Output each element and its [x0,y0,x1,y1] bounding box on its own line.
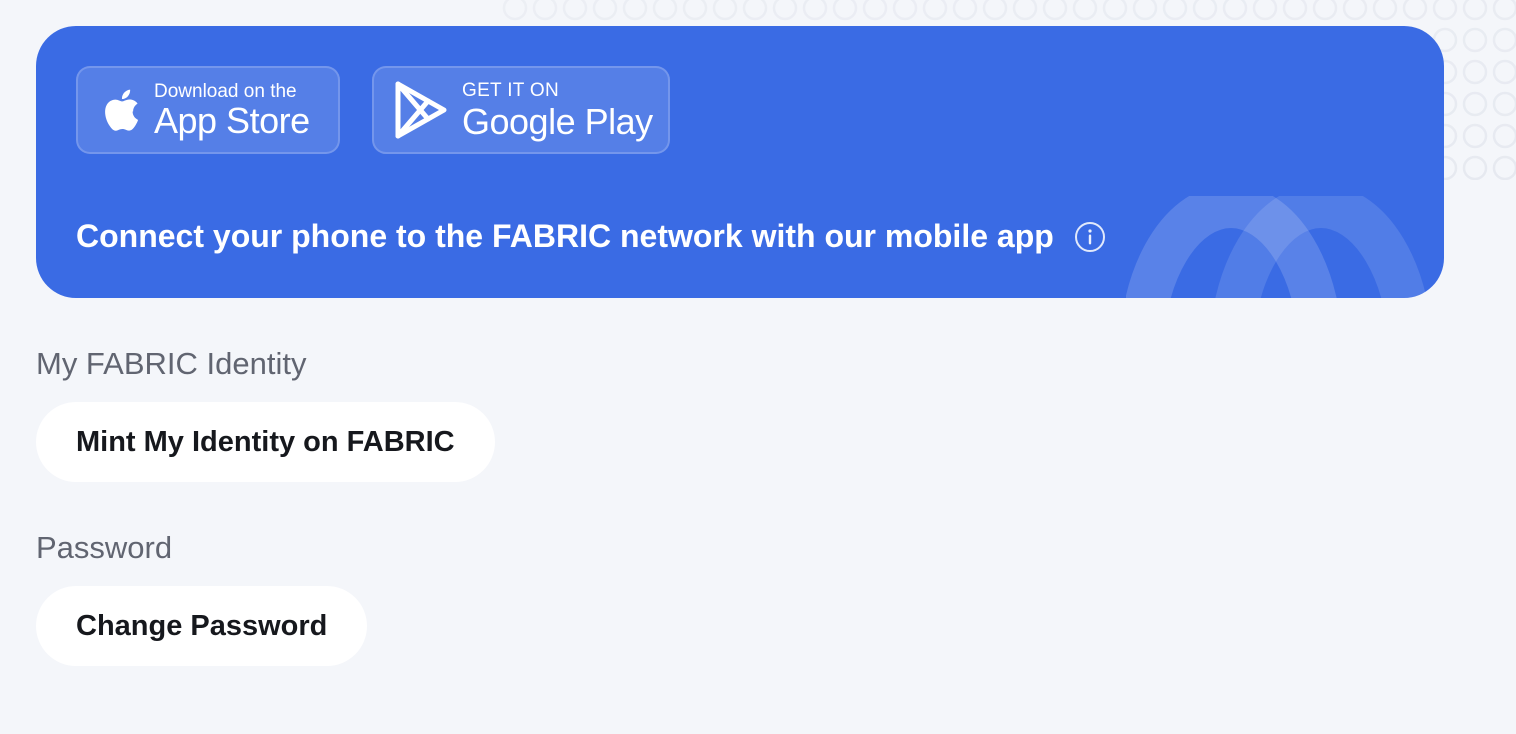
google-play-big-label: Google Play [462,100,653,142]
mobile-app-banner: Download on the App Store GET IT ON Goog… [36,26,1444,298]
banner-description: Connect your phone to the FABRIC network… [76,218,1054,254]
mint-identity-button[interactable]: Mint My Identity on FABRIC [36,402,495,482]
app-store-big-label: App Store [154,99,310,141]
app-store-button[interactable]: Download on the App Store [76,66,340,154]
banner-description-row: Connect your phone to the FABRIC network… [76,218,1106,255]
password-section-label: Password [36,530,173,565]
google-play-icon [394,80,448,140]
app-store-small-label: Download on the [154,80,297,102]
google-play-button[interactable]: GET IT ON Google Play [372,66,670,154]
google-play-small-label: GET IT ON [462,79,560,101]
fabric-logo-watermark [1126,196,1427,298]
identity-section-label: My FABRIC Identity [36,346,307,381]
change-password-button[interactable]: Change Password [36,586,368,666]
apple-icon [98,84,142,136]
info-icon[interactable] [1074,221,1106,253]
